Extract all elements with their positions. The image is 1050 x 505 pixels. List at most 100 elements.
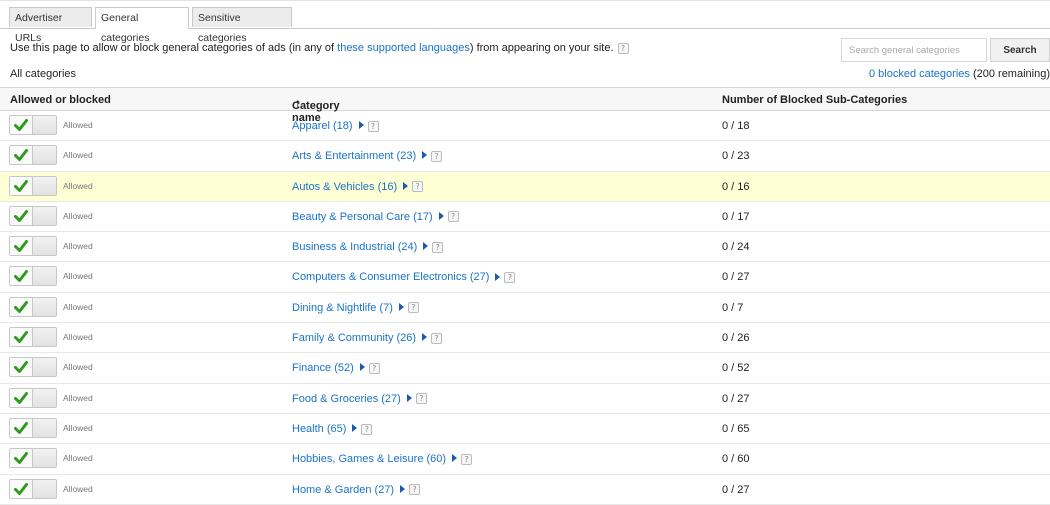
category-link[interactable]: Home & Garden (27) (292, 484, 394, 496)
help-icon[interactable]: ? (504, 272, 516, 284)
tab-sensitive-categories[interactable]: Sensitive categories (192, 7, 292, 44)
page-description: Use this page to allow or block general … (10, 42, 629, 54)
blocked-subcategory-count: 0 / 24 (722, 241, 750, 254)
allow-block-toggle[interactable] (9, 236, 57, 257)
help-icon[interactable]: ? (431, 150, 443, 162)
help-icon[interactable]: ? (415, 393, 427, 405)
table-row: Allowed Finance (52)? 0 / 52 (0, 353, 1050, 384)
tab-advertiser-urls[interactable]: Advertiser URLs (9, 7, 92, 44)
toggle-allowed-side (10, 267, 33, 286)
table-row: Allowed Home & Garden (27)? 0 / 27 (0, 475, 1050, 505)
category-link[interactable]: Dining & Nightlife (7) (292, 302, 393, 314)
expand-arrow-icon[interactable] (422, 333, 428, 342)
toggle-blocked-side (33, 206, 56, 225)
expand-arrow-icon[interactable] (400, 484, 406, 493)
category-link[interactable]: Hobbies, Games & Leisure (60) (292, 453, 446, 465)
toggle-blocked-side (33, 116, 56, 134)
header-allowed: Allowed or blocked (10, 94, 111, 106)
blocked-subcategory-count: 0 / 26 (722, 332, 750, 345)
table-row: Allowed Health (65)? 0 / 65 (0, 414, 1050, 445)
category-table-body: Allowed Apparel (18)? 0 / 18 Allowed Arts & … (0, 111, 1050, 505)
help-icon[interactable]: ? (407, 302, 419, 314)
help-icon[interactable]: ? (431, 332, 443, 344)
blocked-subcategory-count: 0 / 27 (722, 271, 750, 284)
check-icon (14, 331, 28, 344)
allow-block-toggle[interactable] (9, 266, 57, 287)
toggle-blocked-side (33, 418, 56, 437)
allow-block-toggle[interactable] (9, 478, 57, 499)
check-icon (14, 421, 28, 434)
expand-arrow-icon[interactable] (398, 302, 404, 311)
category-cell: Food & Groceries (27)? (292, 393, 427, 405)
allow-block-toggle[interactable] (9, 145, 57, 166)
toggle-allowed-side (10, 418, 33, 437)
check-icon (14, 391, 28, 404)
category-link[interactable]: Computers & Consumer Electronics (27) (292, 271, 489, 283)
toggle-allowed-side (10, 479, 33, 498)
category-link[interactable]: Food & Groceries (27) (292, 393, 401, 405)
allow-block-toggle[interactable] (9, 327, 57, 348)
category-cell: Beauty & Personal Care (17)? (292, 211, 459, 223)
status-label: Allowed (63, 271, 93, 282)
toggle-allowed-side (10, 206, 33, 225)
supported-languages-link[interactable]: these supported languages (337, 42, 470, 54)
status-label: Allowed (63, 241, 93, 252)
expand-arrow-icon[interactable] (406, 393, 412, 402)
expand-arrow-icon[interactable] (452, 454, 458, 463)
allow-block-toggle[interactable] (9, 205, 57, 226)
allow-block-toggle[interactable] (9, 175, 57, 196)
expand-arrow-icon[interactable] (423, 242, 429, 251)
category-link[interactable]: Family & Community (26) (292, 332, 416, 344)
help-icon[interactable]: ? (432, 241, 444, 253)
expand-arrow-icon[interactable] (359, 363, 365, 372)
toggle-allowed-side (10, 358, 33, 377)
search-button[interactable]: Search (990, 38, 1050, 62)
help-icon[interactable]: ? (368, 362, 380, 374)
category-link[interactable]: Business & Industrial (24) (292, 241, 417, 253)
category-link[interactable]: Apparel (18) (292, 120, 353, 132)
expand-arrow-icon[interactable] (352, 424, 358, 433)
expand-arrow-icon[interactable] (403, 181, 409, 190)
help-icon[interactable]: ? (447, 211, 459, 223)
table-header: Allowed or blocked Category name ↑ Number… (0, 87, 1050, 124)
table-row: Allowed Apparel (18)? 0 / 18 (0, 111, 1050, 142)
expand-arrow-icon[interactable] (438, 211, 444, 220)
help-icon[interactable]: ? (617, 42, 629, 54)
help-icon[interactable]: ? (367, 120, 379, 132)
tab-general-categories[interactable]: General categories (95, 7, 189, 44)
blocked-categories-link[interactable]: 0 blocked categories (869, 68, 970, 80)
allow-block-toggle[interactable] (9, 296, 57, 317)
category-link[interactable]: Finance (52) (292, 362, 354, 374)
category-link[interactable]: Beauty & Personal Care (17) (292, 211, 433, 223)
blocked-summary: 0 blocked categories (200 remaining) (869, 68, 1050, 80)
allow-block-toggle[interactable] (9, 417, 57, 438)
table-row: Allowed Beauty & Personal Care (17)? 0 / 1… (0, 202, 1050, 233)
allow-block-toggle[interactable] (9, 115, 57, 135)
help-icon[interactable]: ? (461, 453, 473, 465)
blocked-subcategory-count: 0 / 17 (722, 210, 750, 223)
toggle-blocked-side (33, 297, 56, 316)
search-input[interactable] (841, 38, 987, 62)
allow-block-toggle[interactable] (9, 357, 57, 378)
toggle-allowed-side (10, 116, 33, 134)
status-label: Allowed (63, 362, 93, 373)
toggle-blocked-side (33, 237, 56, 256)
help-icon[interactable]: ? (412, 181, 424, 193)
expand-arrow-icon[interactable] (358, 121, 364, 130)
check-icon (14, 149, 28, 162)
check-icon (14, 270, 28, 283)
expand-arrow-icon[interactable] (422, 151, 428, 160)
category-cell: Health (65)? (292, 423, 373, 435)
allow-block-toggle[interactable] (9, 387, 57, 408)
toggle-allowed-side (10, 297, 33, 316)
help-icon[interactable]: ? (409, 484, 421, 496)
help-icon[interactable]: ? (361, 423, 373, 435)
category-link[interactable]: Autos & Vehicles (16) (292, 181, 397, 193)
category-link[interactable]: Arts & Entertainment (23) (292, 150, 416, 162)
expand-arrow-icon[interactable] (495, 272, 501, 281)
category-link[interactable]: Health (65) (292, 423, 346, 435)
toggle-allowed-side (10, 176, 33, 195)
allow-block-toggle[interactable] (9, 448, 57, 469)
table-row: Allowed Food & Groceries (27)? 0 / 27 (0, 384, 1050, 414)
blocked-subcategory-count: 0 / 27 (722, 392, 750, 405)
